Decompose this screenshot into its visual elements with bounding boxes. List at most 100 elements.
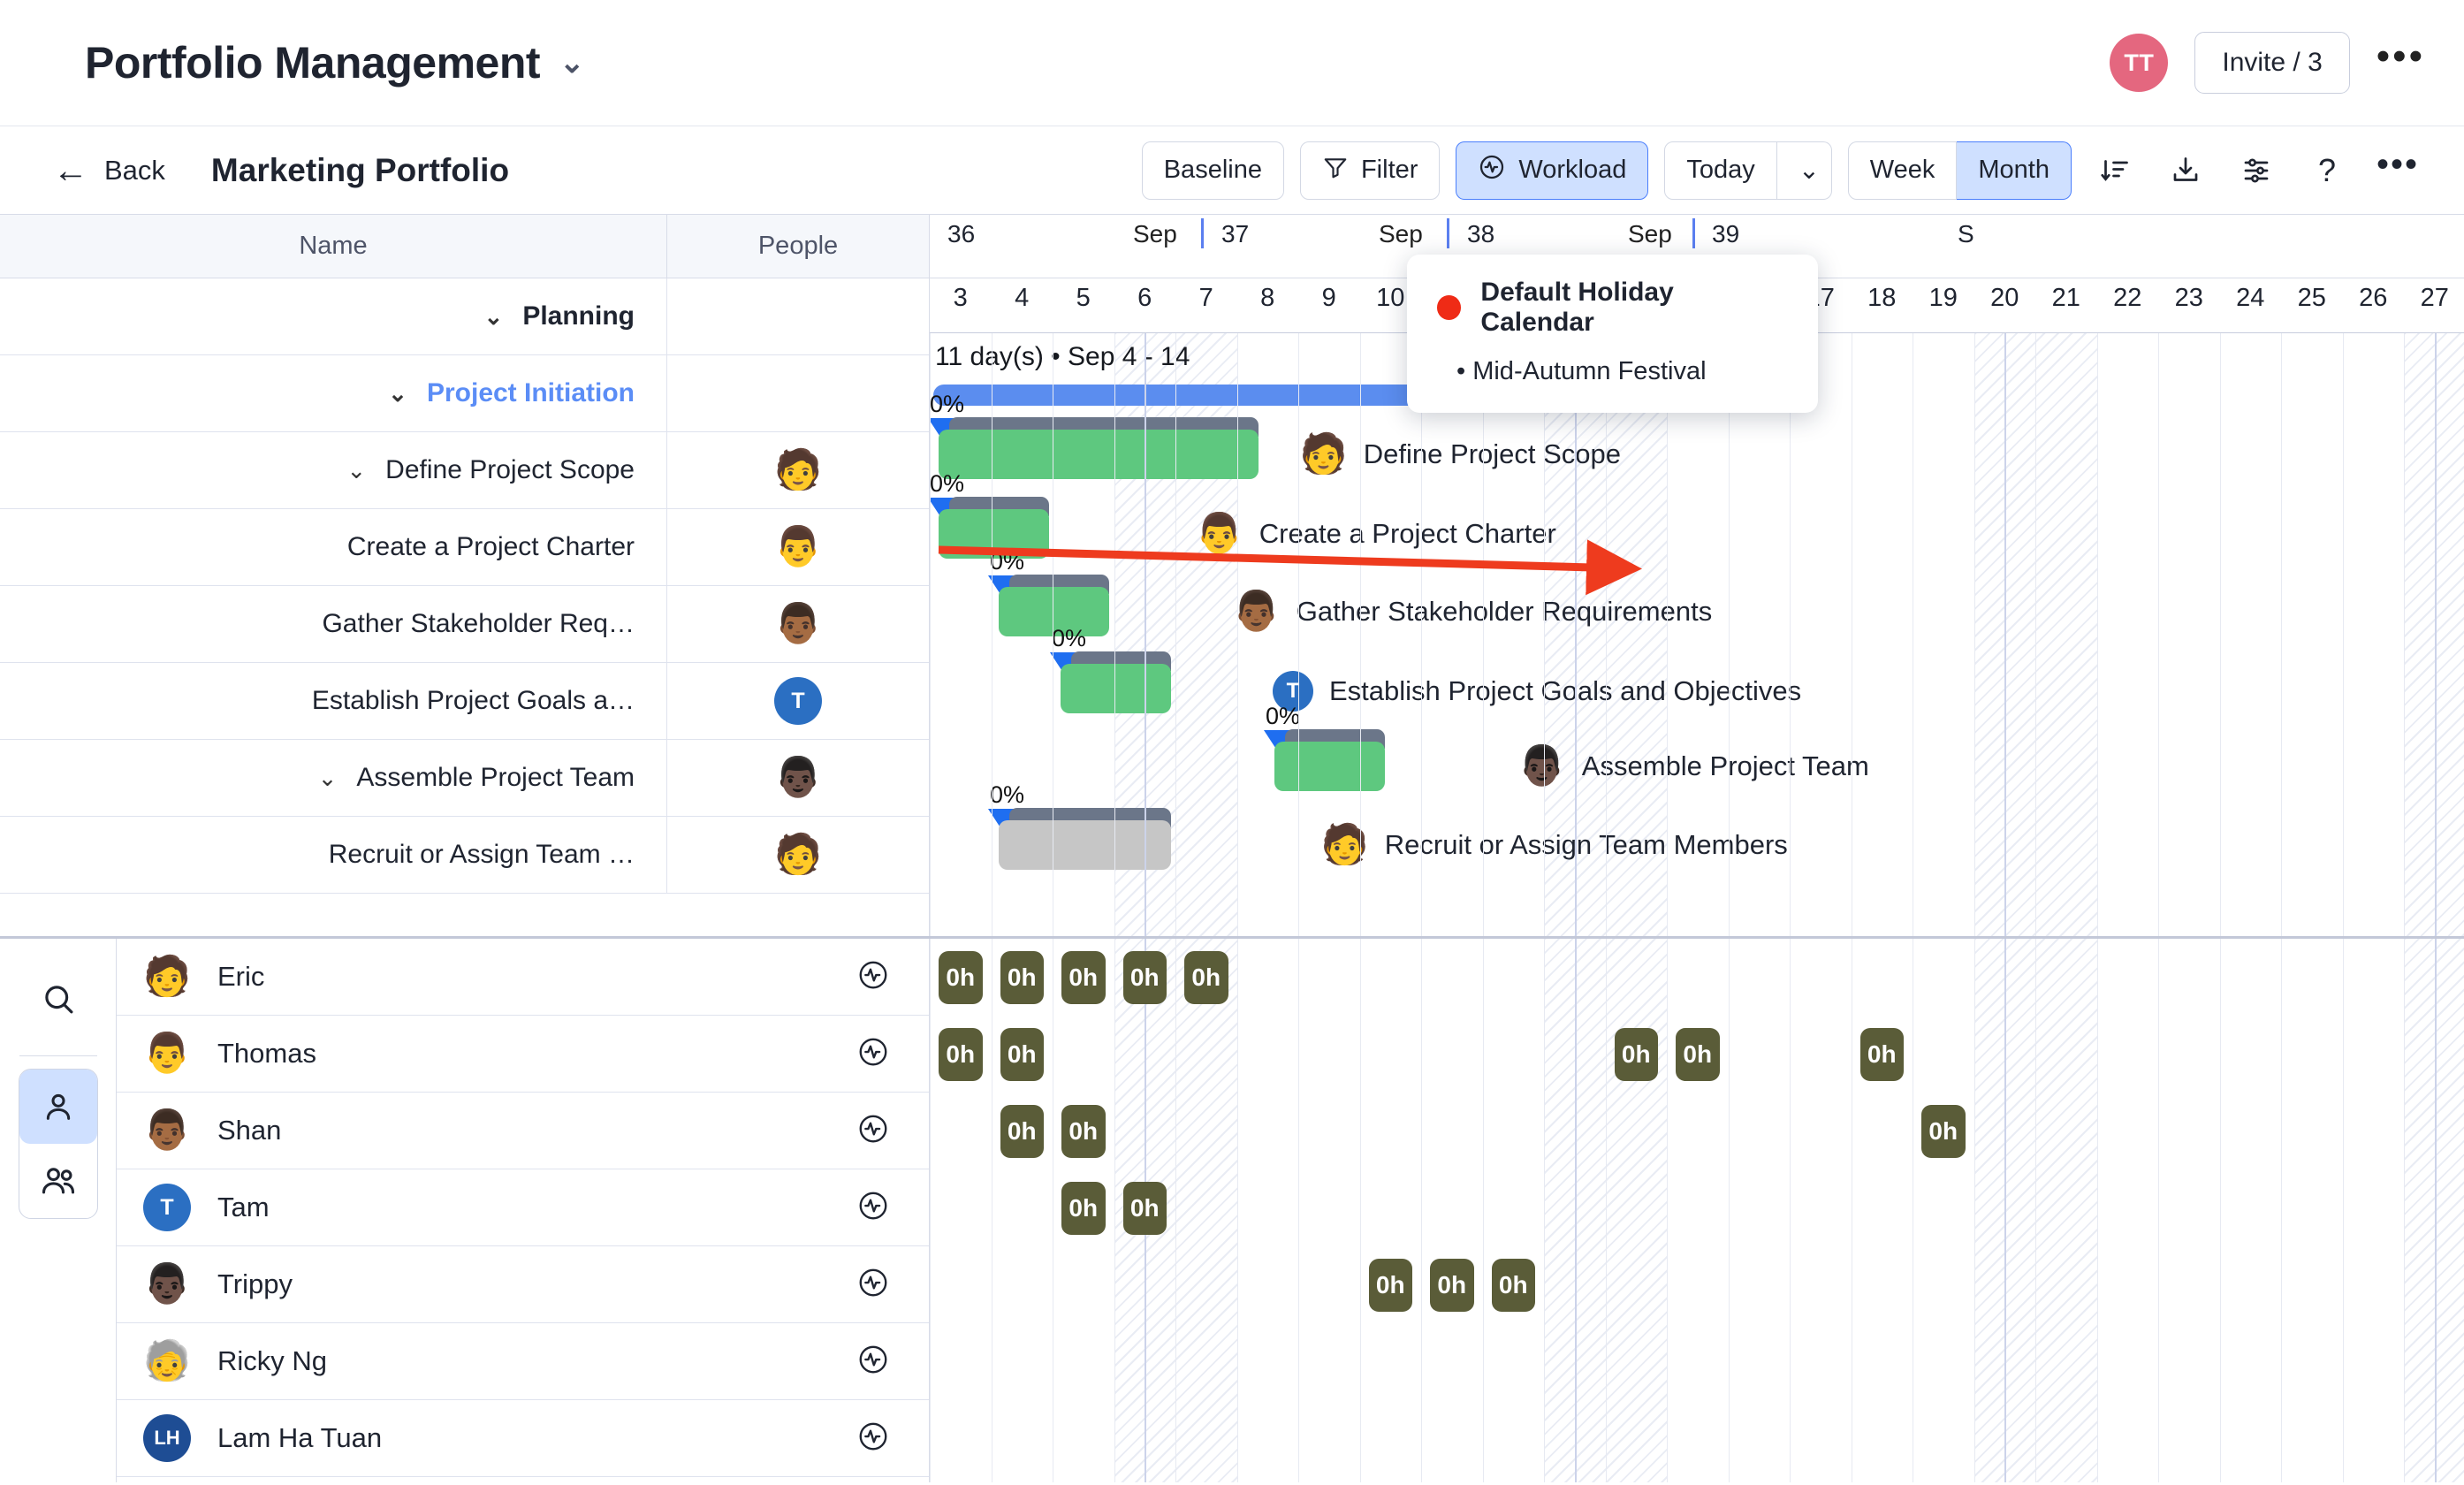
table-row[interactable]: Recruit or Assign Team … 🧑 (0, 817, 929, 894)
workload-mode-group (18, 1069, 98, 1219)
workload-chip[interactable]: 0h (1122, 1182, 1167, 1235)
invite-button[interactable]: Invite / 3 (2194, 32, 2350, 94)
chevron-down-icon[interactable]: ⌄ (484, 303, 504, 331)
workload-chip[interactable]: 0h (939, 951, 983, 1004)
gantt-body[interactable]: 11 day(s) • Sep 4 - 14 100% 0% 🧑 Define … (930, 333, 2464, 936)
workload-grid[interactable]: 0h 0h 0h 0h 0h 0h 0h 0h 0h 0h 0h 0h 0h 0h 0h 0h 0h 0h (930, 939, 2464, 1482)
download-icon[interactable] (2158, 143, 2213, 198)
chevron-down-icon[interactable]: ⌄ (346, 457, 366, 484)
workload-chip[interactable]: 0h (1859, 1028, 1904, 1081)
baseline-button[interactable]: Baseline (1141, 141, 1284, 200)
row-name-cell[interactable]: Gather Stakeholder Req… (0, 586, 667, 662)
row-people-cell[interactable]: 🧑 (667, 817, 929, 893)
activity-icon[interactable] (856, 1189, 890, 1227)
workload-chip[interactable]: 0h (1061, 1182, 1106, 1235)
table-row[interactable]: Establish Project Goals a… T (0, 663, 929, 740)
activity-icon[interactable] (856, 1343, 890, 1381)
column-header-people[interactable]: People (667, 215, 929, 278)
workload-chip[interactable]: 0h (1368, 1259, 1412, 1312)
workload-chip[interactable]: 0h (1000, 951, 1044, 1004)
table-row[interactable]: ⌄ Planning (0, 278, 929, 355)
workload-chip[interactable]: 0h (1491, 1259, 1535, 1312)
workload-chip[interactable]: 0h (1122, 951, 1167, 1004)
avatar[interactable]: 🧑 (774, 831, 822, 879)
search-icon[interactable] (19, 962, 97, 1036)
sliders-icon[interactable] (2229, 143, 2284, 198)
workload-chip[interactable]: 0h (1061, 951, 1106, 1004)
grid-line (1973, 333, 1975, 936)
row-people-cell[interactable]: T (667, 663, 929, 739)
avatar[interactable]: TT (2110, 34, 2169, 92)
workload-chip[interactable]: 0h (1921, 1105, 1966, 1158)
day-label: 5 (1076, 284, 1091, 312)
avatar[interactable]: 👨🏿 (774, 754, 822, 802)
chevron-down-icon[interactable]: ⌄ (559, 48, 585, 78)
row-people-cell[interactable]: 🧑 (667, 432, 929, 508)
list-item[interactable]: 👨🏿 Trippy (117, 1246, 929, 1323)
table-row[interactable]: ⌄ Define Project Scope 🧑 (0, 432, 929, 509)
avatar[interactable]: 🧑 (774, 446, 822, 494)
row-name-cell[interactable]: Recruit or Assign Team … (0, 817, 667, 893)
avatar[interactable]: 👨🏾 (774, 600, 822, 648)
row-people-cell[interactable]: 👨 (667, 509, 929, 585)
row-name-cell[interactable]: ⌄ Define Project Scope (0, 432, 667, 508)
workload-button[interactable]: Workload (1456, 141, 1649, 200)
workload-chip[interactable]: 0h (1000, 1105, 1044, 1158)
workload-chip[interactable]: 0h (1061, 1105, 1106, 1158)
activity-icon[interactable] (856, 958, 890, 996)
back-button[interactable]: ← Back (53, 153, 165, 188)
day-label: 9 (1321, 284, 1336, 312)
month-label: Sep (1133, 220, 1177, 248)
workload-chip[interactable]: 0h (1000, 1028, 1044, 1081)
table-row[interactable]: Create a Project Charter 👨 (0, 509, 929, 586)
toolbar-more-icon[interactable]: ••• (2370, 143, 2425, 198)
avatar: 👨🏾 (1232, 590, 1281, 633)
header-more-icon[interactable]: ••• (2377, 37, 2425, 77)
grid-line (2342, 333, 2344, 936)
row-people-cell[interactable]: 👨🏾 (667, 586, 929, 662)
row-name-cell[interactable]: ⌄ Planning (0, 278, 667, 354)
list-item[interactable]: 🧓 Ricky Ng (117, 1323, 929, 1400)
week-button[interactable]: Week (1847, 141, 1958, 200)
workload-chip[interactable]: 0h (939, 1028, 983, 1081)
row-name-cell[interactable]: ⌄ Assemble Project Team (0, 740, 667, 816)
sort-descending-icon[interactable] (2088, 143, 2142, 198)
list-item[interactable]: 👨 Thomas (117, 1016, 929, 1093)
person-icon[interactable] (19, 1070, 97, 1144)
row-name-cell[interactable]: ⌄ Project Initiation (0, 355, 667, 431)
task-name: Gather Stakeholder Requirements (1296, 596, 1713, 627)
people-icon[interactable] (19, 1144, 97, 1218)
chevron-down-icon[interactable]: ⌄ (388, 380, 407, 407)
question-mark-icon[interactable]: ? (2300, 143, 2354, 198)
week-divider (1145, 333, 1147, 936)
activity-icon[interactable] (856, 1112, 890, 1150)
filter-button[interactable]: Filter (1299, 141, 1441, 200)
row-people-cell[interactable] (667, 278, 929, 354)
list-item[interactable]: 🧑 Eric (117, 939, 929, 1016)
workload-chip[interactable]: 0h (1676, 1028, 1720, 1081)
table-row[interactable]: ⌄ Assemble Project Team 👨🏿 (0, 740, 929, 817)
month-button[interactable]: Month (1957, 141, 2072, 200)
workload-chip[interactable]: 0h (1614, 1028, 1658, 1081)
row-people-cell[interactable]: 👨🏿 (667, 740, 929, 816)
workload-chip[interactable]: 0h (1430, 1259, 1474, 1312)
workload-panel: 🧑 Eric 👨 Thomas 👨🏾 Shan T Tam 👨🏿 Trippy … (0, 939, 2464, 1482)
activity-icon[interactable] (856, 1266, 890, 1304)
table-row[interactable]: Gather Stakeholder Req… 👨🏾 (0, 586, 929, 663)
list-item[interactable]: T Tam (117, 1169, 929, 1246)
activity-icon[interactable] (856, 1035, 890, 1073)
row-people-cell[interactable] (667, 355, 929, 431)
avatar[interactable]: T (774, 677, 822, 725)
column-header-name[interactable]: Name (0, 215, 667, 278)
activity-icon[interactable] (856, 1420, 890, 1458)
today-dropdown-button[interactable]: ⌄ (1776, 141, 1832, 200)
chevron-down-icon[interactable]: ⌄ (318, 765, 338, 792)
list-item[interactable]: LH Lam Ha Tuan (117, 1400, 929, 1477)
table-row[interactable]: ⌄ Project Initiation (0, 355, 929, 432)
list-item[interactable]: 👨🏾 Shan (117, 1093, 929, 1169)
workload-chip[interactable]: 0h (1184, 951, 1228, 1004)
avatar[interactable]: 👨 (774, 523, 822, 571)
row-name-cell[interactable]: Create a Project Charter (0, 509, 667, 585)
today-button[interactable]: Today (1664, 141, 1777, 200)
row-name-cell[interactable]: Establish Project Goals a… (0, 663, 667, 739)
